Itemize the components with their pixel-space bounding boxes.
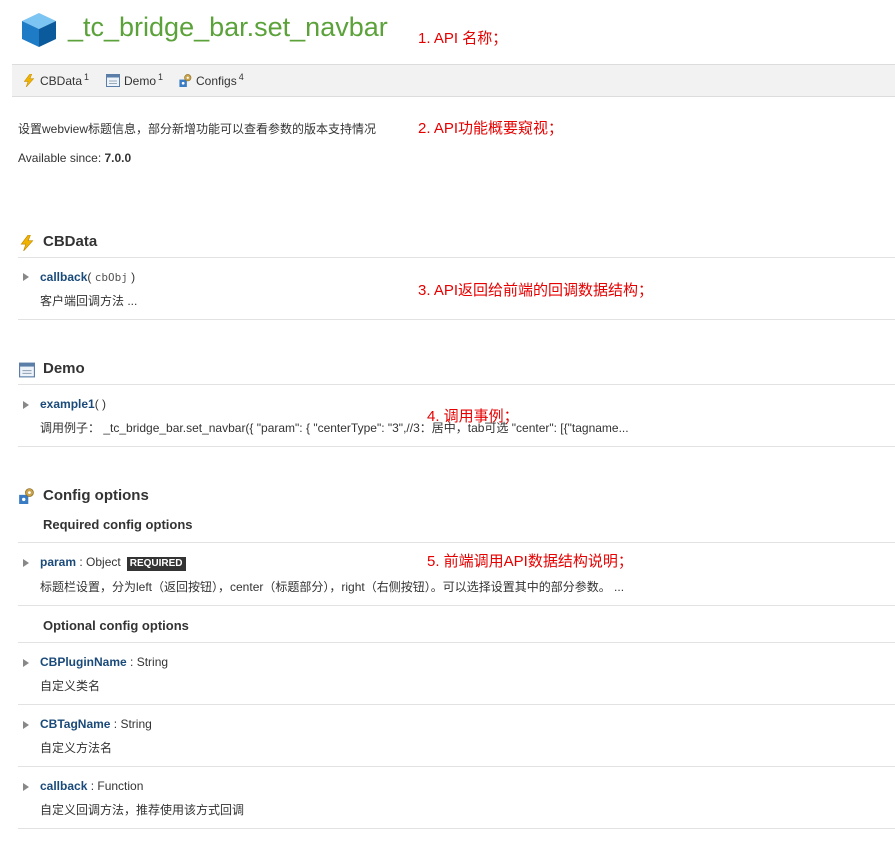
member-description: 调用例子： _tc_bridge_bar.set_navbar({ "param…	[40, 421, 629, 435]
member-name-link[interactable]: param	[40, 555, 76, 569]
config-callback-signature: callback : Function	[40, 779, 143, 793]
page-title: _tc_bridge_bar.set_navbar	[68, 12, 388, 42]
section-title-config: Config options	[43, 487, 149, 504]
expand-arrow-icon[interactable]	[23, 783, 29, 791]
divider	[18, 446, 895, 447]
member-name-link[interactable]: callback	[40, 270, 87, 284]
member-description: 客户端回调方法 ...	[40, 294, 138, 308]
member-example1-signature: example1( )	[40, 397, 106, 411]
section-title-cbdata: CBData	[43, 233, 98, 250]
member-toolbar: CBData 1 Demo 1 Configs 4	[12, 64, 895, 97]
member-type: : Object	[76, 555, 121, 569]
divider	[18, 319, 895, 320]
member-paren-open: (	[87, 270, 95, 284]
toolbar-item-configs[interactable]: Configs 4	[178, 72, 244, 88]
toolbar-item-demo[interactable]: Demo 1	[106, 72, 163, 88]
member-paren-close: )	[127, 270, 136, 284]
gears-icon	[179, 74, 192, 87]
toolbar-label: Demo	[124, 74, 157, 88]
required-config-heading: Required config options	[43, 517, 193, 532]
annotation-4: 4. 调用事例；	[427, 408, 519, 425]
section-title-demo: Demo	[43, 360, 85, 377]
divider	[18, 766, 895, 767]
member-description: 自定义回调方法，推荐使用该方式回调	[40, 803, 245, 817]
member-name-link[interactable]: example1	[40, 397, 95, 411]
member-description: 自定义方法名	[40, 741, 113, 755]
divider	[18, 704, 895, 705]
member-callback-signature: callback( cbObj )	[40, 270, 135, 284]
divider	[18, 605, 895, 606]
annotation-5: 5. 前端调用API数据结构说明；	[427, 553, 633, 570]
gears-icon	[19, 488, 34, 504]
divider	[18, 257, 895, 258]
toolbar-count: 1	[84, 72, 90, 82]
expand-arrow-icon[interactable]	[23, 721, 29, 729]
config-param-signature: param : Object REQUIRED	[40, 555, 186, 571]
member-description: 自定义类名	[40, 679, 101, 693]
expand-arrow-icon[interactable]	[23, 559, 29, 567]
expand-arrow-icon[interactable]	[23, 659, 29, 667]
annotation-3: 3. API返回给前端的回调数据结构；	[418, 282, 654, 299]
divider	[18, 828, 895, 829]
optional-config-heading: Optional config options	[43, 618, 189, 633]
member-description: 标题栏设置，分为left（返回按钮），center（标题部分），right（右侧…	[40, 580, 625, 594]
available-label: Available since:	[18, 151, 105, 165]
divider	[18, 384, 895, 385]
config-cbtagname-signature: CBTagName : String	[40, 717, 152, 731]
divider	[18, 642, 895, 643]
lightning-icon	[23, 74, 35, 87]
window-icon	[19, 362, 35, 378]
member-name-link[interactable]: CBPluginName	[40, 655, 127, 669]
toolbar-item-cbdata[interactable]: CBData 1	[22, 72, 89, 88]
divider	[18, 542, 895, 543]
expand-arrow-icon[interactable]	[23, 273, 29, 281]
available-since: Available since: 7.0.0	[18, 151, 131, 165]
member-name-link[interactable]: callback	[40, 779, 87, 793]
annotation-2: 2. API功能概要窥视；	[418, 120, 564, 137]
required-badge: REQUIRED	[126, 557, 186, 571]
member-param: cbObj	[94, 271, 128, 284]
member-type: : String	[110, 717, 152, 731]
annotation-1: 1. API 名称；	[418, 30, 508, 47]
toolbar-label: Configs	[196, 74, 237, 88]
toolbar-count: 4	[238, 72, 244, 82]
config-cbpluginname-signature: CBPluginName : String	[40, 655, 168, 669]
toolbar-count: 1	[158, 72, 164, 82]
member-type: : String	[126, 655, 169, 669]
api-description: 设置webview标题信息，部分新增功能可以查看参数的版本支持情况	[18, 122, 377, 136]
toolbar-label: CBData	[40, 74, 83, 88]
window-icon	[106, 74, 120, 87]
lightning-icon	[20, 235, 34, 251]
member-name-link[interactable]: CBTagName	[40, 717, 110, 731]
available-version: 7.0.0	[104, 151, 132, 165]
expand-arrow-icon[interactable]	[23, 401, 29, 409]
member-signature: ( )	[94, 397, 107, 411]
cube-icon	[22, 13, 56, 47]
member-type: : Function	[87, 779, 144, 793]
